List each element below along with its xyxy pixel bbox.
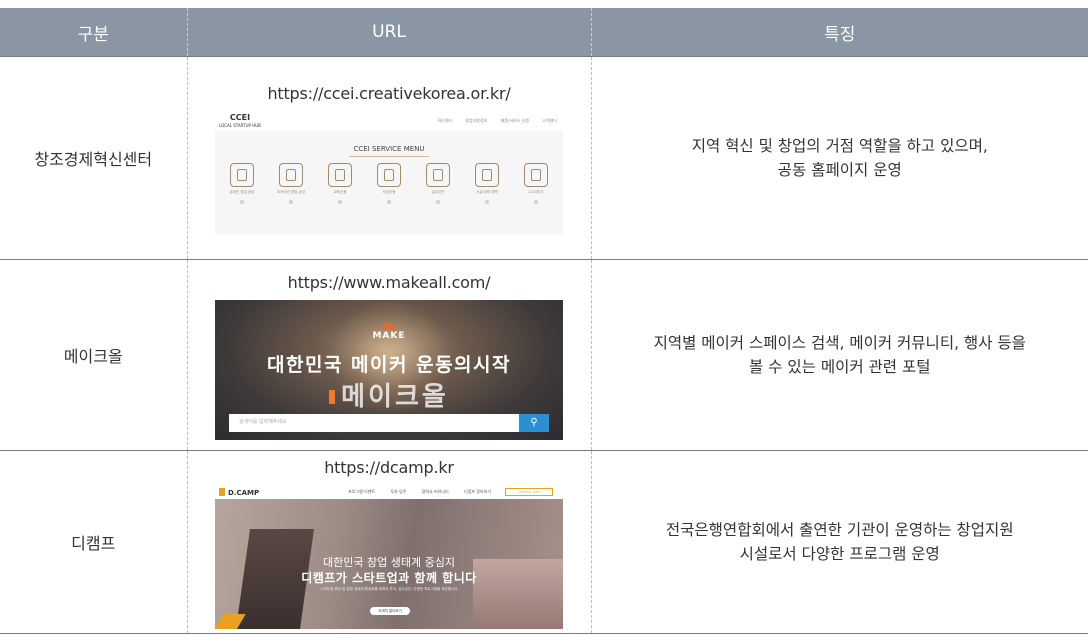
calendar-icon xyxy=(426,162,450,187)
dcamp-nav-item: 협력사·커뮤니티 xyxy=(421,488,449,494)
ccei-menu-item: 온라인 창업 상담 xyxy=(223,162,261,204)
dcamp-logo-text: D.CAMP xyxy=(228,488,260,497)
ccei-menu-label: 온라인 창업 상담 xyxy=(229,189,255,194)
dot-icon xyxy=(436,199,440,204)
dcamp-headline-1: 대한민국 창업 생태계 중심지 xyxy=(323,555,455,569)
ccei-logo: CCEI LOCAL STARTUP HUB xyxy=(219,112,261,130)
business-icon xyxy=(377,162,401,187)
makeall-screenshot: MAKE 대한민국 메이커 운동의시작 메이크올 검색어를 입력해주세요 ⚲ xyxy=(215,299,563,440)
ccei-topbar: CCEI LOCAL STARTUP HUB 혁신센터 창업지원정보 제품/서비… xyxy=(215,110,563,131)
ccei-menu-item: 사업신청 xyxy=(370,162,408,204)
feature-line: 시설로서 다양한 프로그램 운영 xyxy=(739,545,940,563)
education-icon xyxy=(328,162,352,187)
comparison-table: 구분 URL 특징 창조경제혁신센터 https://ccei.creative… xyxy=(0,8,1088,634)
dot-icon xyxy=(338,199,342,204)
header-category: 구분 xyxy=(0,8,187,57)
url-cell: https://www.makeall.com/ MAKE 대한민국 메이커 운… xyxy=(186,259,591,451)
category-cell: 창조경제혁신센터 xyxy=(34,150,153,169)
ccei-screenshot: CCEI LOCAL STARTUP HUB 혁신센터 창업지원정보 제품/서비… xyxy=(215,110,563,235)
feature-line: 공동 홈페이지 운영 xyxy=(777,161,902,179)
ccei-menu-label: 교육신청 xyxy=(333,189,347,194)
counsel-icon xyxy=(230,162,254,187)
dot-icon xyxy=(289,199,293,204)
table-row: 디캠프 https://dcamp.kr D.CAMP 프로그램·이벤트 투자·… xyxy=(0,450,1088,634)
dcamp-logo: D.CAMP xyxy=(219,487,260,497)
dcamp-logo-icon xyxy=(219,487,225,496)
feature-line: 전국은행연합회에서 출연한 기관이 운영하는 창업지원 xyxy=(665,521,1014,539)
site-url[interactable]: https://dcamp.kr xyxy=(188,458,591,477)
header-feature: 특징 xyxy=(590,8,1088,57)
ccei-menu-item: 입주공간 xyxy=(419,162,457,204)
makeall-search-bar: 검색어를 입력해주세요 ⚲ xyxy=(229,413,549,432)
accent-bar-icon xyxy=(329,390,336,404)
ccei-menu-item: 시설 장비 예약 xyxy=(468,162,506,204)
ccei-nav-item: 혁신센터 xyxy=(437,117,452,123)
feature-cell: 지역 혁신 및 창업의 거점 역할을 하고 있으며, 공동 홈페이지 운영 xyxy=(590,56,1088,260)
dot-icon xyxy=(485,199,489,204)
ccei-menu-label: 시설 장비 예약 xyxy=(476,189,498,194)
dot-icon xyxy=(387,199,391,204)
makeall-search-placeholder: 검색어를 입력해주세요 xyxy=(239,418,287,425)
ccei-logo-text: CCEI xyxy=(229,112,251,122)
dcamp-headline-2: 디캠프가 스타트업과 함께 합니다 xyxy=(301,570,477,585)
make-logo: MAKE xyxy=(215,322,563,341)
feature-line: 지역별 메이커 스페이스 검색, 메이커 커뮤니티, 행사 등을 xyxy=(653,334,1026,352)
ccei-nav-item: 제품/서비스 신청 xyxy=(500,117,529,123)
comparison-table-wrapper: 구분 URL 특징 창조경제혁신센터 https://ccei.creative… xyxy=(0,0,1088,643)
search-icon: ⚲ xyxy=(519,413,549,432)
url-cell: https://dcamp.kr D.CAMP 프로그램·이벤트 투자·입주 협… xyxy=(186,450,591,634)
ccei-menu-label: 사업신청 xyxy=(382,189,396,194)
feature-cell: 전국은행연합회에서 출연한 기관이 운영하는 창업지원 시설로서 다양한 프로그… xyxy=(590,450,1088,634)
category-cell: 메이크올 xyxy=(63,347,123,366)
dcamp-nav-item: 디캠프 알아보기 xyxy=(463,488,491,494)
ccei-menu-item: 오프라인 창업 상담 xyxy=(272,162,310,204)
table-header-row: 구분 URL 특징 xyxy=(0,8,1088,57)
table-row: 메이크올 https://www.makeall.com/ MAKE 대한민국 … xyxy=(0,259,1088,451)
dcamp-topbar: D.CAMP 프로그램·이벤트 투자·입주 협력사·커뮤니티 디캠프 알아보기 … xyxy=(215,484,563,499)
dcamp-more-button: 자세히 알아보기 xyxy=(370,606,410,615)
makeall-brand: 메이크올 xyxy=(215,376,563,413)
header-url: URL xyxy=(186,8,591,57)
category-cell: 디캠프 xyxy=(71,534,116,553)
ccei-menu-item: CCEI투자 xyxy=(517,162,555,204)
ccei-logo-sub: LOCAL STARTUP HUB xyxy=(219,122,261,128)
makeall-brand-text: 메이크올 xyxy=(341,381,449,412)
ccei-nav: 혁신센터 창업지원정보 제품/서비스 신청 고객센터 xyxy=(425,118,557,124)
dot-icon xyxy=(240,199,244,204)
ccei-menu-label: 입주공간 xyxy=(431,189,445,194)
ccei-menu-title: CCEI SERVICE MENU xyxy=(215,145,563,157)
dcamp-nav: 프로그램·이벤트 투자·입주 협력사·커뮤니티 디캠프 알아보기 xyxy=(334,489,491,495)
ccei-menu-label: 오프라인 창업 상담 xyxy=(277,189,305,194)
ccei-menu-icons: 온라인 창업 상담 오프라인 창업 상담 교육신청 사업신청 입주공간 시설 장… xyxy=(223,162,555,204)
meeting-icon xyxy=(279,162,303,187)
dcamp-nav-item: 프로그램·이벤트 xyxy=(348,488,376,494)
url-cell: https://ccei.creativekorea.or.kr/ CCEI L… xyxy=(186,56,591,260)
dcamp-screenshot: D.CAMP 프로그램·이벤트 투자·입주 협력사·커뮤니티 디캠프 알아보기 … xyxy=(215,484,563,629)
site-url[interactable]: https://www.makeall.com/ xyxy=(188,273,591,292)
feature-line: 볼 수 있는 메이커 관련 포털 xyxy=(749,358,931,376)
feature-cell: 지역별 메이커 스페이스 검색, 메이커 커뮤니티, 행사 등을 볼 수 있는 … xyxy=(590,259,1088,451)
investment-icon xyxy=(524,162,548,187)
dcamp-nav-button: OFFICIAL SITE xyxy=(505,487,553,496)
ccei-menu-label: CCEI투자 xyxy=(528,189,544,194)
dcamp-body-text: 스타트업 육성 및 창업 생태계 활성화를 위하여 투자, 입주공간, 다양한 … xyxy=(320,586,458,591)
dot-icon xyxy=(534,199,538,204)
ccei-menu-item: 교육신청 xyxy=(321,162,359,204)
dcamp-nav-item: 투자·입주 xyxy=(390,488,407,494)
ccei-nav-item: 창업지원정보 xyxy=(465,117,488,123)
equipment-icon xyxy=(475,162,499,187)
ccei-nav-item: 고객센터 xyxy=(542,117,557,123)
site-url[interactable]: https://ccei.creativekorea.or.kr/ xyxy=(188,84,591,103)
table-row: 창조경제혁신센터 https://ccei.creativekorea.or.k… xyxy=(0,56,1088,260)
makeall-headline: 대한민국 메이커 운동의시작 xyxy=(267,353,511,376)
feature-line: 지역 혁신 및 창업의 거점 역할을 하고 있으며, xyxy=(691,137,988,155)
